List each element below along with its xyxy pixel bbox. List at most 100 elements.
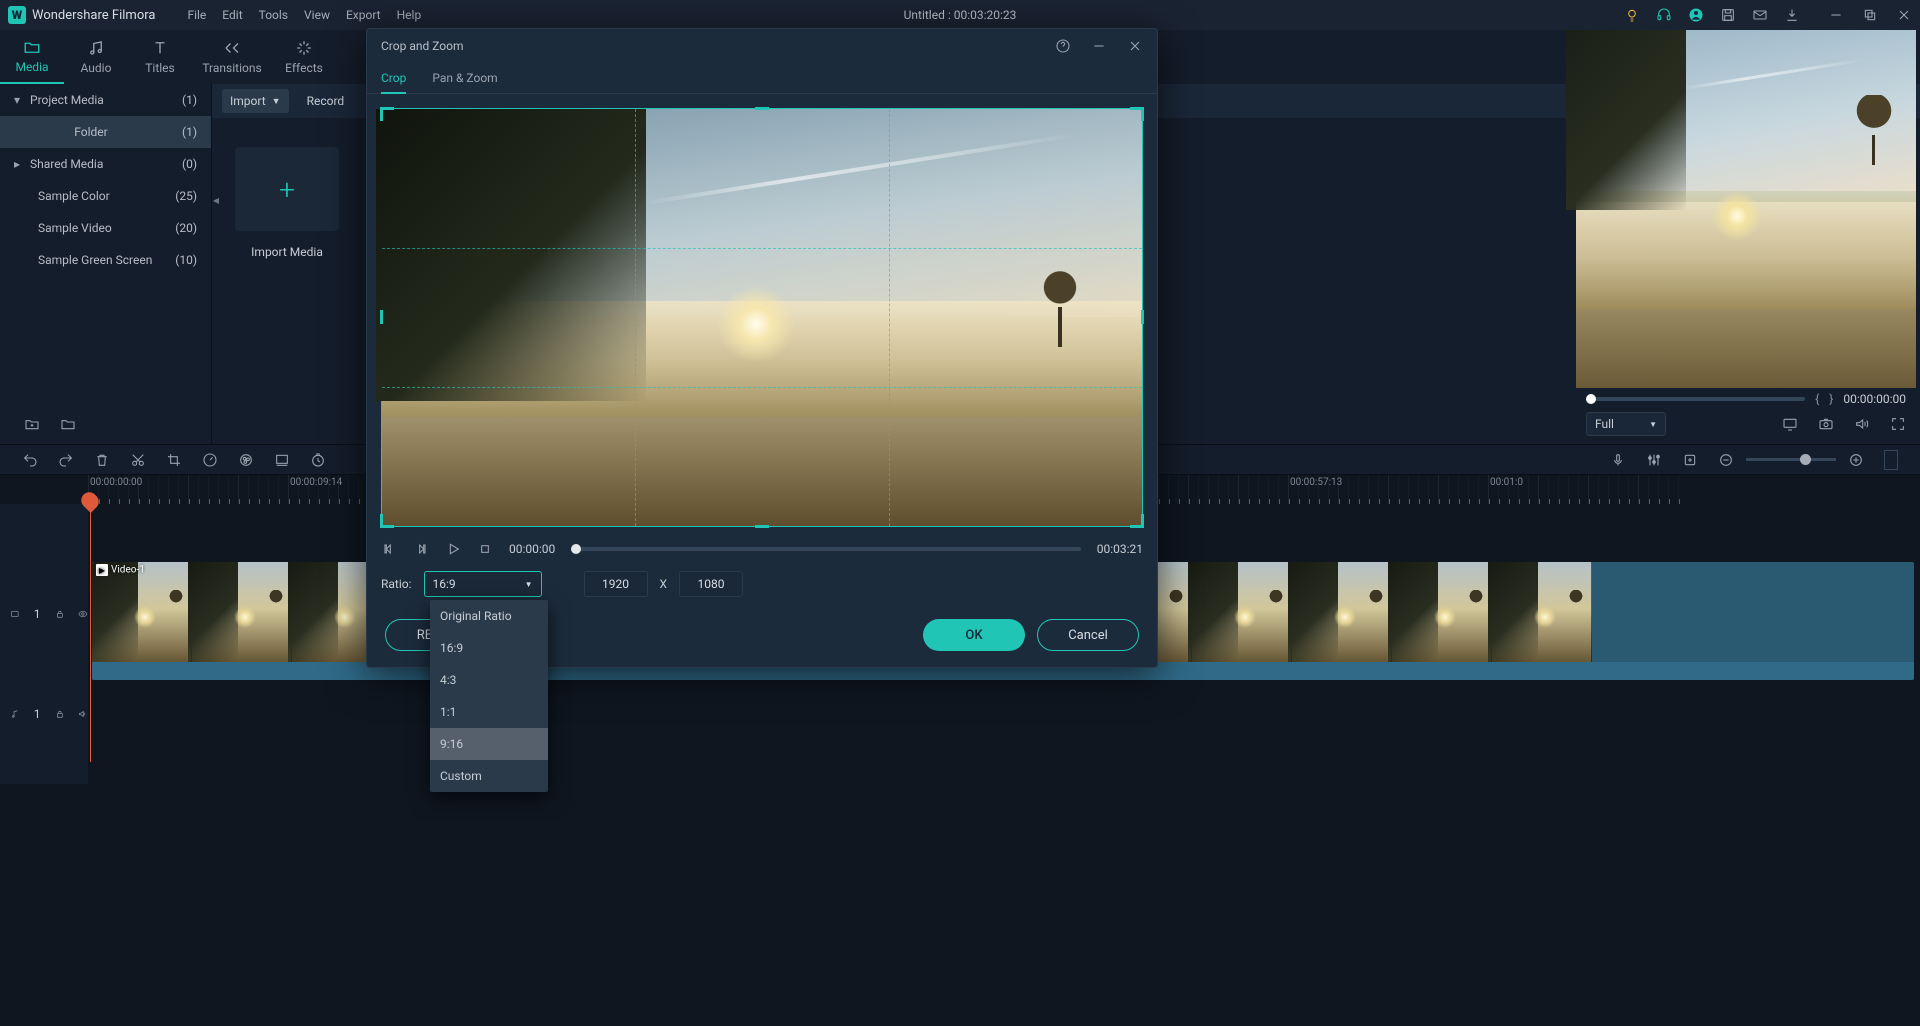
crop-handle-tl[interactable] — [380, 107, 394, 121]
zoom-fit-icon[interactable] — [1884, 450, 1898, 470]
zoom-out-icon[interactable] — [1718, 452, 1734, 468]
height-input[interactable]: 1080 — [679, 571, 743, 597]
lock-icon[interactable] — [55, 706, 65, 722]
minimize-icon[interactable] — [1091, 38, 1107, 54]
menu-export[interactable]: Export — [346, 8, 381, 22]
sidebar-item-project-media[interactable]: ▾Project Media(1) — [0, 84, 211, 116]
sidebar-item-shared-media[interactable]: ▸Shared Media(0) — [0, 148, 211, 180]
color-icon[interactable] — [238, 452, 254, 468]
sidebar-item-sample-color[interactable]: Sample Color(25) — [0, 180, 211, 212]
play-icon: ▶ — [96, 564, 108, 576]
fullscreen-icon[interactable] — [1890, 416, 1906, 432]
help-icon[interactable] — [1055, 38, 1071, 54]
crop-handle-b[interactable] — [755, 516, 769, 528]
ratio-select[interactable]: 16:9 ▼ — [424, 571, 542, 597]
sidebar-item-folder[interactable]: Folder(1) — [0, 116, 211, 148]
idea-icon[interactable] — [1624, 7, 1640, 23]
zoom-slider[interactable] — [1746, 458, 1836, 461]
track-index: 1 — [34, 707, 41, 721]
marker-icon[interactable] — [1682, 452, 1698, 468]
record-button[interactable]: Record — [299, 89, 353, 113]
speed-icon[interactable] — [202, 452, 218, 468]
headset-icon[interactable] — [1656, 7, 1672, 23]
ratio-option-custom[interactable]: Custom — [430, 760, 548, 792]
ratio-option-original[interactable]: Original Ratio — [430, 600, 548, 632]
close-icon[interactable] — [1896, 7, 1912, 23]
clip-label: ▶Video-1 — [96, 564, 145, 576]
crop-preview[interactable] — [381, 108, 1143, 527]
next-frame-icon[interactable] — [413, 541, 429, 557]
mail-icon[interactable] — [1752, 7, 1768, 23]
dialog-title: Crop and Zoom — [381, 39, 464, 53]
dialog-scrubber[interactable] — [571, 547, 1080, 551]
chevron-down-icon: ▾ — [14, 93, 24, 107]
volume-icon[interactable] — [1854, 416, 1870, 432]
music-note-icon — [10, 706, 20, 722]
zoom-in-icon[interactable] — [1848, 452, 1864, 468]
play-icon[interactable] — [445, 541, 461, 557]
menu-view[interactable]: View — [304, 8, 330, 22]
prev-frame-icon[interactable] — [381, 541, 397, 557]
duration-icon[interactable] — [310, 452, 326, 468]
sidebar-item-sample-video[interactable]: Sample Video(20) — [0, 212, 211, 244]
close-icon[interactable] — [1127, 38, 1143, 54]
count-badge: (10) — [175, 253, 197, 267]
ratio-option-9-16[interactable]: 9:16 — [430, 728, 548, 760]
preview-quality-select[interactable]: Full▼ — [1586, 412, 1666, 436]
tab-audio[interactable]: Audio — [64, 30, 128, 84]
tab-titles[interactable]: Titles — [128, 30, 192, 84]
snapshot-icon[interactable] — [1818, 416, 1834, 432]
audio-track[interactable]: 1 — [0, 694, 1920, 734]
green-screen-icon[interactable] — [274, 452, 290, 468]
menu-tools[interactable]: Tools — [259, 8, 288, 22]
voiceover-icon[interactable] — [1610, 452, 1626, 468]
ok-button[interactable]: OK — [923, 619, 1025, 651]
display-icon[interactable] — [1782, 416, 1798, 432]
crop-handle-r[interactable] — [1132, 310, 1144, 324]
tab-audio-label: Audio — [81, 61, 112, 75]
ratio-option-1-1[interactable]: 1:1 — [430, 696, 548, 728]
delete-icon[interactable] — [94, 452, 110, 468]
tab-effects[interactable]: Effects — [272, 30, 336, 84]
account-icon[interactable] — [1688, 7, 1704, 23]
menu-edit[interactable]: Edit — [222, 8, 242, 22]
import-button[interactable]: Import▼ — [222, 89, 289, 113]
tab-pan-zoom[interactable]: Pan & Zoom — [432, 63, 497, 94]
crop-handle-br[interactable] — [1130, 514, 1144, 528]
redo-icon[interactable] — [58, 452, 74, 468]
undo-icon[interactable] — [22, 452, 38, 468]
maximize-icon[interactable] — [1862, 7, 1878, 23]
menu-help[interactable]: Help — [397, 8, 422, 22]
minimize-icon[interactable] — [1828, 7, 1844, 23]
new-folder-icon[interactable] — [24, 416, 40, 432]
download-icon[interactable] — [1784, 7, 1800, 23]
menu-file[interactable]: File — [187, 8, 206, 22]
lock-icon[interactable] — [55, 606, 65, 622]
crop-handle-tr[interactable] — [1130, 107, 1144, 121]
ratio-option-4-3[interactable]: 4:3 — [430, 664, 548, 696]
crop-handle-l[interactable] — [380, 310, 392, 324]
preview-scrubber[interactable] — [1586, 397, 1805, 401]
crop-icon[interactable] — [166, 452, 182, 468]
import-media-label: Import Media — [251, 245, 323, 259]
crop-handle-bl[interactable] — [380, 514, 394, 528]
import-media-tile[interactable]: + Import Media — [222, 128, 352, 278]
cut-icon[interactable] — [130, 452, 146, 468]
folder-icon[interactable] — [60, 416, 76, 432]
tab-crop[interactable]: Crop — [381, 63, 406, 94]
tab-transitions[interactable]: Transitions — [192, 30, 272, 84]
eye-icon[interactable] — [78, 606, 88, 622]
count-badge: (1) — [182, 93, 197, 107]
speaker-icon[interactable] — [78, 706, 88, 722]
ratio-option-16-9[interactable]: 16:9 — [430, 632, 548, 664]
stop-icon[interactable] — [477, 541, 493, 557]
width-input[interactable]: 1920 — [584, 571, 648, 597]
sidebar-item-sample-green-screen[interactable]: Sample Green Screen(10) — [0, 244, 211, 276]
mixer-icon[interactable] — [1646, 452, 1662, 468]
preview-viewport[interactable] — [1576, 30, 1916, 388]
crop-handle-t[interactable] — [755, 107, 769, 119]
save-icon[interactable] — [1720, 7, 1736, 23]
dialog-titlebar: Crop and Zoom — [367, 29, 1157, 63]
cancel-button[interactable]: Cancel — [1037, 619, 1139, 651]
tab-media[interactable]: Media — [0, 30, 64, 84]
